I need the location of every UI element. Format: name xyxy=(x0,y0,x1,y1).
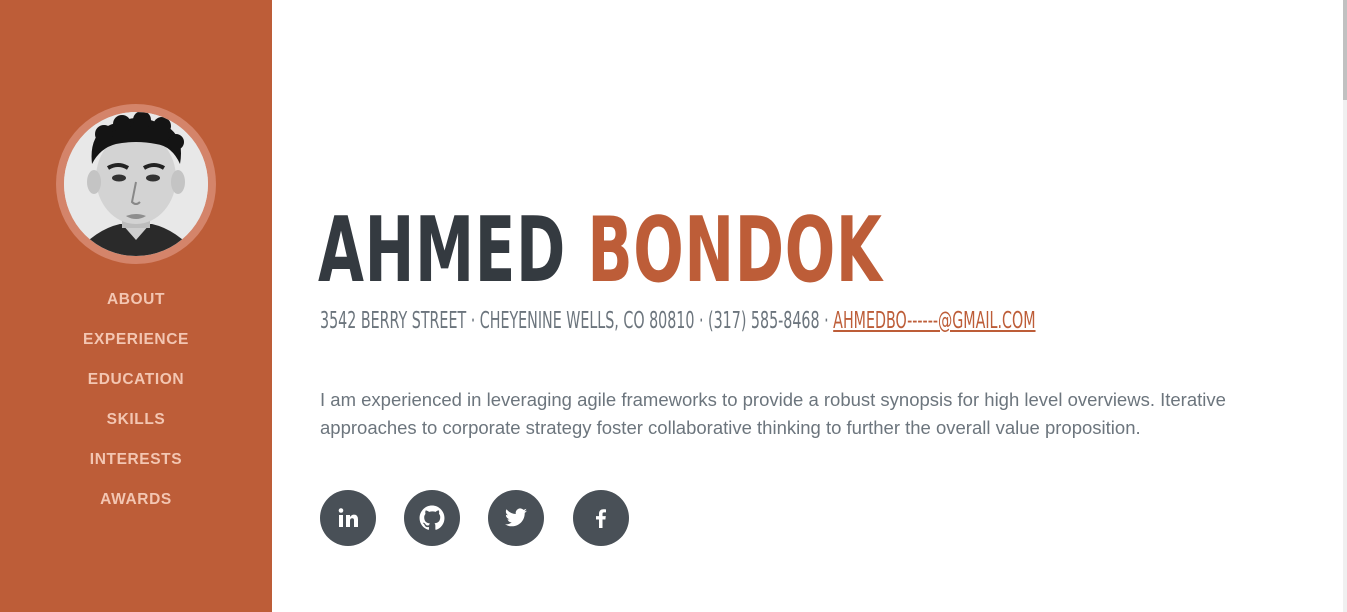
last-name: BONDOK xyxy=(587,198,883,303)
avatar xyxy=(64,112,208,256)
sidebar: ABOUT EXPERIENCE EDUCATION SKILLS INTERE… xyxy=(0,0,272,612)
linkedin-icon xyxy=(338,508,358,527)
nav-item-education[interactable]: EDUCATION xyxy=(0,362,272,402)
github-button[interactable] xyxy=(404,490,460,546)
nav-item-experience[interactable]: EXPERIENCE xyxy=(0,322,272,362)
github-icon xyxy=(419,505,445,530)
first-name: AHMED xyxy=(318,198,566,303)
twitter-button[interactable] xyxy=(488,490,544,546)
twitter-icon xyxy=(505,508,527,527)
facebook-icon xyxy=(596,509,606,528)
scrollbar-thumb[interactable] xyxy=(1343,0,1347,100)
nav-item-about[interactable]: ABOUT xyxy=(0,282,272,322)
main-content: AHMED BONDOK 3542 BERRY STREET · CHEYENI… xyxy=(272,0,1347,612)
contact-line: 3542 BERRY STREET · CHEYENINE WELLS, CO … xyxy=(320,307,1036,335)
avatar-ring xyxy=(56,104,216,264)
nav-item-interests[interactable]: INTERESTS xyxy=(0,442,272,482)
linkedin-button[interactable] xyxy=(320,490,376,546)
bio-text: I am experienced in leveraging agile fra… xyxy=(320,389,1226,438)
address-text: 3542 BERRY STREET · CHEYENINE WELLS, CO … xyxy=(320,308,834,334)
email-link[interactable]: AHMEDBO------@GMAIL.COM xyxy=(833,308,1035,334)
nav-item-skills[interactable]: SKILLS xyxy=(0,402,272,442)
nav-item-awards[interactable]: AWARDS xyxy=(0,482,272,522)
avatar-portrait-icon xyxy=(64,112,208,256)
page-title: AHMED BONDOK xyxy=(318,196,883,306)
page-scrollbar[interactable] xyxy=(1343,0,1347,612)
facebook-button[interactable] xyxy=(573,490,629,546)
sidebar-nav: ABOUT EXPERIENCE EDUCATION SKILLS INTERE… xyxy=(0,282,272,522)
